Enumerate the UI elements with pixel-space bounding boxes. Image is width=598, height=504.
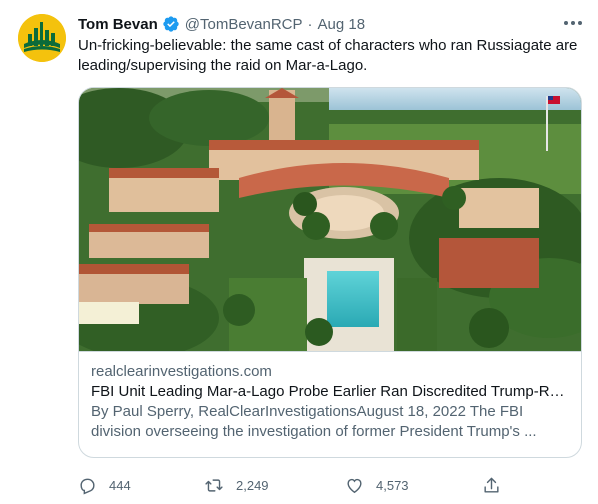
like-count: 4,573: [376, 477, 409, 493]
mar-a-lago-aerial-photo: [79, 88, 581, 351]
verified-badge-icon: [162, 15, 180, 33]
heart-icon: [347, 478, 362, 493]
tweet-date[interactable]: Aug 18: [318, 16, 366, 33]
author-name[interactable]: Tom Bevan: [78, 16, 158, 33]
sonics-logo-icon: [18, 14, 66, 62]
retweet-button[interactable]: 2,249: [204, 474, 269, 496]
link-card[interactable]: realclearinvestigations.com FBI Unit Lea…: [78, 87, 582, 458]
like-button[interactable]: 4,573: [345, 474, 409, 496]
tweet-header: Tom Bevan @TomBevanRCP · Aug 18: [78, 14, 365, 34]
tweet-actions: 444 2,249 4,573: [78, 474, 508, 496]
card-image[interactable]: [79, 88, 581, 351]
share-button[interactable]: [482, 474, 513, 496]
separator-dot: ·: [307, 15, 313, 33]
reply-icon: [80, 478, 95, 495]
more-icon[interactable]: [560, 12, 586, 34]
card-domain: realclearinvestigations.com: [91, 363, 272, 380]
avatar[interactable]: [18, 14, 66, 62]
reply-count: 444: [109, 477, 131, 493]
author-handle[interactable]: @TomBevanRCP: [185, 16, 303, 33]
card-meta[interactable]: realclearinvestigations.com FBI Unit Lea…: [79, 351, 581, 457]
card-description: By Paul Sperry, RealClearInvestigationsA…: [91, 403, 537, 440]
tweet-text: Un-fricking-believable: the same cast of…: [78, 37, 578, 74]
retweet-count: 2,249: [236, 477, 269, 493]
share-icon: [484, 477, 499, 493]
retweet-icon: [205, 478, 223, 492]
reply-button[interactable]: 444: [78, 474, 131, 496]
card-headline: FBI Unit Leading Mar-a-Lago Probe Earlie…: [91, 383, 571, 400]
